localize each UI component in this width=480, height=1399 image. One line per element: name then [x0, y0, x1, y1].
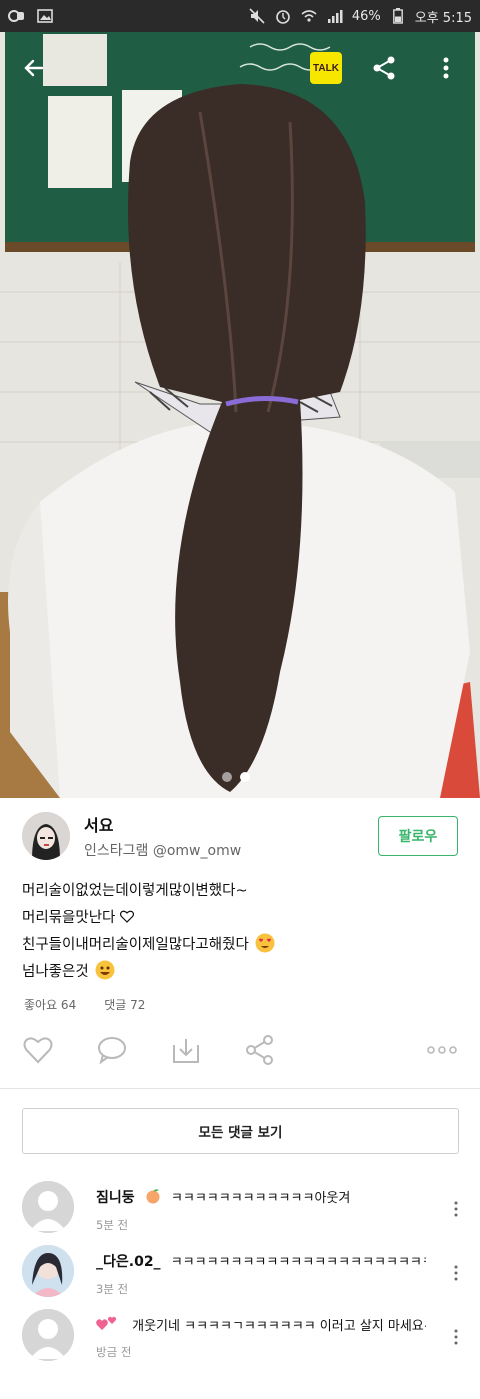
comment-text: ㅋㅋㅋㅋㅋㅋㅋㅋㅋㅋㅋㅋㅋㅋㅋㅋㅋㅋㅋㅋㅋㅋㅋㅋㅋㅋㅋㅋㅋㅋㅋ [170, 1255, 426, 1270]
comment-username[interactable]: _다은.02_ [96, 1254, 161, 1270]
two-hearts-emoji-icon [96, 1316, 117, 1330]
more-horizontal-icon[interactable] [426, 1034, 458, 1066]
divider [0, 1088, 480, 1089]
wifi-icon [300, 8, 318, 24]
caption-line: 넘나좋은것 [22, 959, 462, 986]
heart-icon[interactable] [22, 1034, 54, 1066]
caption-line: 머리묶을맛난다 [22, 905, 462, 932]
comment-item: 짐니둥 ㅋㅋㅋㅋㅋㅋㅋㅋㅋㅋㅋㅋ아웃겨 5분 전 [0, 1175, 480, 1239]
outline-heart-icon [119, 910, 135, 923]
comment-text: 개웃기네 ㅋㅋㅋㅋㄱㅋㅋㅋㅋㅋㅋ 이러고 살지 마세요~ㅋㅋㅋ [132, 1319, 426, 1334]
battery-icon [389, 8, 407, 24]
comment-item: 개웃기네 ㅋㅋㅋㅋㄱㅋㅋㅋㅋㅋㅋ 이러고 살지 마세요~ㅋㅋㅋ 방금 전 [0, 1303, 480, 1367]
comment-avatar[interactable] [22, 1245, 74, 1297]
caption-text: 친구들이내머리술이제일많다고해줬다 [22, 937, 249, 953]
caption-text: 넘나좋은것 [22, 964, 89, 980]
mute-icon [248, 8, 266, 24]
top-nav: TALK [0, 32, 480, 104]
post-caption: 머리술이없었는데이렇게많이변했다~ 머리묶을맛난다 친구들이내머리술이제일많다고… [22, 878, 462, 986]
author-avatar[interactable] [22, 812, 70, 860]
like-count[interactable]: 좋아요 64 [24, 996, 76, 1013]
comment-time: 3분 전 [96, 1282, 129, 1296]
notification-icon [8, 8, 26, 24]
comment-icon[interactable] [96, 1034, 128, 1066]
kakao-talk-button[interactable]: TALK [310, 52, 342, 84]
comment-more-icon[interactable] [452, 1329, 460, 1345]
caption-text: 머리묶을맛난다 [22, 910, 116, 926]
comment-time: 5분 전 [96, 1218, 129, 1232]
clock: 오후 5:15 [414, 10, 472, 26]
download-icon[interactable] [170, 1034, 202, 1066]
view-all-comments-button[interactable]: 모든 댓글 보기 [22, 1108, 459, 1154]
signal-icon [326, 8, 344, 24]
share-icon[interactable] [244, 1034, 276, 1066]
author-row: 서요 인스타그램 @omw_omw 팔로우 [0, 798, 480, 874]
status-bar: 46% 오후 5:15 [0, 0, 480, 32]
comment-list: 짐니둥 ㅋㅋㅋㅋㅋㅋㅋㅋㅋㅋㅋㅋ아웃겨 5분 전 _다은.02_ ㅋㅋㅋㅋㅋㅋㅋ… [0, 1175, 480, 1367]
follow-button[interactable]: 팔로우 [378, 816, 458, 856]
action-bar [0, 1028, 480, 1072]
grinning-emoji-icon [95, 960, 115, 980]
carousel-indicator [222, 772, 250, 782]
post-photo[interactable] [0, 32, 480, 798]
photo-illustration [0, 32, 480, 798]
peach-emoji-icon [146, 1189, 160, 1204]
post-counts: 좋아요 64 댓글 72 [24, 996, 145, 1013]
caption-line: 머리술이없었는데이렇게많이변했다~ [22, 878, 462, 905]
comment-time: 방금 전 [96, 1345, 132, 1359]
alarm-icon [274, 8, 292, 24]
comment-avatar-default[interactable] [22, 1181, 74, 1233]
comment-item: _다은.02_ ㅋㅋㅋㅋㅋㅋㅋㅋㅋㅋㅋㅋㅋㅋㅋㅋㅋㅋㅋㅋㅋㅋㅋㅋㅋㅋㅋㅋㅋㅋㅋ … [0, 1239, 480, 1303]
comment-text: ㅋㅋㅋㅋㅋㅋㅋㅋㅋㅋㅋㅋ아웃겨 [170, 1191, 351, 1206]
author-name[interactable]: 서요 [84, 812, 241, 836]
carousel-dot[interactable] [222, 772, 232, 782]
comment-count[interactable]: 댓글 72 [104, 996, 145, 1013]
comment-more-icon[interactable] [452, 1201, 460, 1217]
author-handle: 인스타그램 @omw_omw [84, 843, 242, 859]
gallery-icon [36, 8, 54, 24]
heart-eyes-emoji-icon [255, 933, 275, 953]
share-icon[interactable] [364, 48, 404, 88]
comment-username[interactable]: 짐니둥 [96, 1190, 135, 1206]
comment-more-icon[interactable] [452, 1265, 460, 1281]
carousel-dot-active[interactable] [240, 772, 250, 782]
caption-text: 머리술이없었는데이렇게많이변했다~ [22, 883, 248, 899]
battery-percent: 46% [351, 8, 381, 24]
comment-avatar-default[interactable] [22, 1309, 74, 1361]
caption-line: 친구들이내머리술이제일많다고해줬다 [22, 932, 462, 959]
back-arrow-icon[interactable] [14, 48, 54, 88]
more-vertical-icon[interactable] [426, 48, 466, 88]
